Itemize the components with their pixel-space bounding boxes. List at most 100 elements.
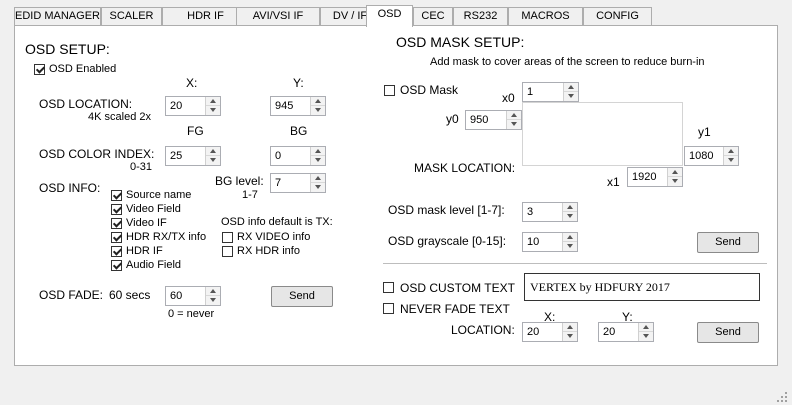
spin-up-icon[interactable]: [668, 168, 682, 177]
tab-rs232[interactable]: RS232: [453, 7, 508, 25]
spin-up-icon[interactable]: [507, 111, 521, 120]
info-video-if-checkbox[interactable]: [111, 218, 122, 229]
mask-y1-spinner[interactable]: 1080: [684, 146, 739, 166]
spin-down-icon[interactable]: [563, 242, 577, 251]
osd-setup-send-button[interactable]: Send: [271, 286, 333, 307]
osd-mask-subtitle: Add mask to cover areas of the screen to…: [430, 56, 705, 68]
bg-level-label: BG level:: [215, 174, 264, 188]
bg-level-range: 1-7: [242, 189, 258, 201]
info-hdr-if-checkbox[interactable]: [111, 246, 122, 257]
spin-down-icon[interactable]: [563, 332, 577, 341]
spin-down-icon[interactable]: [563, 212, 577, 221]
spin-down-icon[interactable]: [311, 106, 325, 115]
osd-color-fg-spinner[interactable]: 25: [165, 146, 221, 166]
rx-hdr-info-label: RX HDR info: [237, 245, 300, 257]
osd-grayscale-value: 10: [527, 236, 540, 248]
osd-grayscale-label: OSD grayscale [0-15]:: [388, 234, 507, 248]
osd-mask-label: OSD Mask: [400, 83, 459, 97]
osd-fade-note: 0 = never: [168, 308, 215, 320]
osd-mask-level-label: OSD mask level [1-7]:: [388, 203, 505, 217]
tab-scaler[interactable]: SCALER: [101, 7, 162, 25]
osd-color-fg-header: FG: [187, 124, 204, 138]
mask-y0-spinner[interactable]: 950: [465, 110, 522, 130]
section-divider: [383, 263, 767, 264]
osd-custom-text-checkbox[interactable]: [383, 282, 394, 293]
info-video-field-checkbox[interactable]: [111, 204, 122, 215]
osd-location-x-header: X:: [186, 76, 198, 90]
bg-level-spinner[interactable]: 7: [270, 173, 326, 193]
osd-custom-text-label: OSD CUSTOM TEXT: [400, 281, 515, 295]
mask-x0-spinner[interactable]: 1: [522, 82, 579, 102]
spin-up-icon[interactable]: [206, 147, 220, 156]
spin-up-icon[interactable]: [206, 287, 220, 296]
custom-text-send-button[interactable]: Send: [697, 322, 759, 343]
info-video-field-label: Video Field: [126, 203, 181, 215]
spin-up-icon[interactable]: [564, 83, 578, 92]
rx-hdr-info-checkbox[interactable]: [222, 246, 233, 257]
osd-info-label: OSD INFO:: [39, 181, 101, 195]
osd-color-fg-value: 25: [170, 150, 183, 162]
osd-enabled-checkbox[interactable]: [34, 64, 45, 75]
spin-up-icon[interactable]: [311, 174, 325, 183]
tab-osd[interactable]: OSD: [366, 5, 413, 27]
mask-y0-label: y0: [446, 112, 459, 126]
spin-down-icon[interactable]: [724, 156, 738, 165]
info-source-name-checkbox[interactable]: [111, 190, 122, 201]
spin-down-icon[interactable]: [311, 183, 325, 192]
resize-grip-icon[interactable]: [777, 392, 788, 403]
spin-down-icon[interactable]: [668, 177, 682, 186]
tab-avi-vsi-if[interactable]: AVI/VSI IF: [236, 7, 320, 25]
spin-up-icon[interactable]: [563, 323, 577, 332]
osd-mask-checkbox[interactable]: [384, 85, 395, 96]
osd-color-bg-spinner[interactable]: 0: [270, 146, 326, 166]
info-hdr-rxtx-checkbox[interactable]: [111, 232, 122, 243]
spin-up-icon[interactable]: [639, 323, 653, 332]
osd-mask-level-value: 3: [527, 206, 534, 218]
osd-fade-spinner[interactable]: 60: [165, 286, 221, 306]
osd-fade-label: OSD FADE:: [39, 288, 104, 302]
spin-up-icon[interactable]: [311, 147, 325, 156]
osd-color-bg-value: 0: [275, 150, 282, 162]
osd-mask-send-button[interactable]: Send: [697, 232, 759, 253]
info-audio-field-checkbox[interactable]: [111, 260, 122, 271]
osd-setup-title: OSD SETUP:: [25, 41, 110, 57]
spin-down-icon[interactable]: [639, 332, 653, 341]
osd-mask-level-spinner[interactable]: 3: [522, 202, 578, 222]
tab-config[interactable]: CONFIG: [583, 7, 652, 25]
spin-up-icon[interactable]: [311, 97, 325, 106]
osd-mask-setup-title: OSD MASK SETUP:: [396, 34, 525, 50]
custom-text-y-spinner[interactable]: 20: [598, 322, 654, 342]
mask-x0-value: 1: [527, 86, 534, 98]
spin-down-icon[interactable]: [507, 120, 521, 129]
tab-edid-manager[interactable]: EDID MANAGER: [14, 7, 101, 25]
mask-x1-label: x1: [607, 175, 620, 189]
osd-location-x-spinner[interactable]: 20: [165, 96, 221, 116]
osd-color-bg-header: BG: [290, 124, 308, 138]
spin-up-icon[interactable]: [724, 147, 738, 156]
osd-grayscale-spinner[interactable]: 10: [522, 232, 578, 252]
osd-location-y-spinner[interactable]: 945: [270, 96, 326, 116]
custom-text-x-spinner[interactable]: 20: [522, 322, 578, 342]
tab-macros[interactable]: MACROS: [508, 7, 583, 25]
custom-text-location-label: LOCATION:: [451, 323, 515, 337]
mask-preview-area: [522, 102, 683, 166]
spin-up-icon[interactable]: [563, 233, 577, 242]
osd-color-index-sublabel: 0-31: [130, 161, 153, 173]
spin-down-icon[interactable]: [564, 92, 578, 101]
spin-up-icon[interactable]: [563, 203, 577, 212]
tab-cec[interactable]: CEC: [413, 7, 453, 25]
osd-info-default-note: OSD info default is TX:: [221, 216, 333, 228]
custom-text-x-value: 20: [527, 326, 540, 338]
mask-x1-spinner[interactable]: 1920: [627, 167, 683, 187]
spin-down-icon[interactable]: [206, 156, 220, 165]
info-video-if-label: Video IF: [126, 217, 167, 229]
spin-down-icon[interactable]: [206, 106, 220, 115]
status-bar: [0, 390, 792, 405]
never-fade-text-checkbox[interactable]: [383, 303, 394, 314]
bg-level-value: 7: [275, 177, 282, 189]
spin-up-icon[interactable]: [206, 97, 220, 106]
spin-down-icon[interactable]: [206, 296, 220, 305]
rx-video-info-checkbox[interactable]: [222, 232, 233, 243]
osd-custom-text-input[interactable]: VERTEX by HDFURY 2017: [524, 273, 760, 301]
spin-down-icon[interactable]: [311, 156, 325, 165]
